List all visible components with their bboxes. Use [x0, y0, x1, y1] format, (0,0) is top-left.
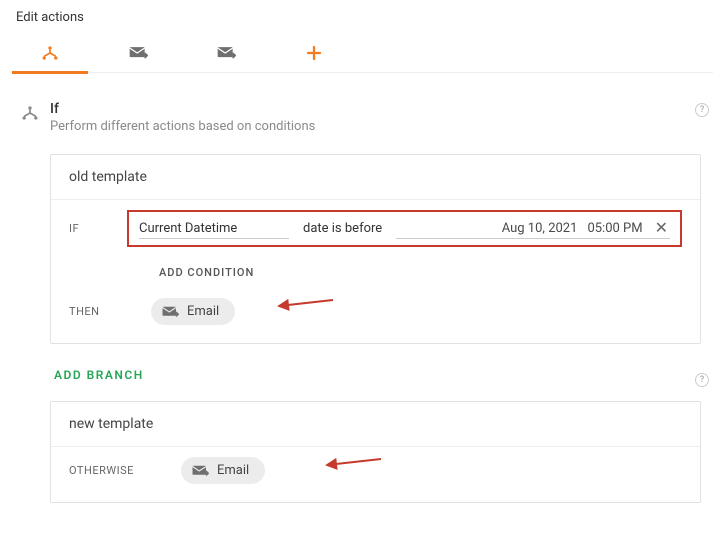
condition-row: IF Current Datetime date is before Aug 1…: [51, 200, 700, 257]
branch-icon: [10, 101, 50, 513]
then-row: THEN Email: [51, 288, 700, 343]
tab-branch[interactable]: [34, 33, 66, 73]
if-label: IF: [69, 222, 109, 235]
tab-email-1[interactable]: [122, 33, 154, 73]
email-out-icon: [161, 305, 179, 319]
section-subtitle: Perform different actions based on condi…: [50, 119, 701, 134]
branch-card-1: old template IF Current Datetime date is…: [50, 154, 701, 344]
annotation-arrow: [319, 453, 389, 477]
tabstrip: [10, 33, 713, 73]
email-out-icon: [216, 45, 236, 61]
action-chip-email[interactable]: Email: [151, 298, 235, 325]
tab-email-2[interactable]: [210, 33, 242, 73]
branch-name[interactable]: old template: [51, 155, 700, 200]
branch-name[interactable]: new template: [51, 402, 700, 447]
help-icon[interactable]: ?: [695, 103, 709, 117]
email-out-icon: [191, 464, 209, 478]
close-icon[interactable]: ✕: [653, 220, 670, 236]
section-title: If: [50, 101, 701, 117]
branch-card-2: new template OTHERWISE Email: [50, 401, 701, 503]
page-title: Edit actions: [10, 8, 713, 33]
then-label: THEN: [69, 305, 109, 318]
otherwise-row: OTHERWISE Email: [51, 447, 700, 502]
tab-add[interactable]: [298, 33, 330, 73]
action-label: Email: [217, 463, 249, 478]
if-section: If Perform different actions based on co…: [10, 73, 713, 513]
condition-date: Aug 10, 2021: [502, 221, 578, 236]
otherwise-label: OTHERWISE: [69, 464, 139, 477]
add-branch-button[interactable]: ADD BRANCH: [54, 368, 144, 382]
condition-value[interactable]: Aug 10, 2021 05:00 PM ✕: [396, 218, 670, 239]
add-condition-button[interactable]: ADD CONDITION: [159, 266, 254, 279]
plus-icon: [305, 44, 323, 62]
branch-icon: [40, 43, 60, 63]
condition-box: Current Datetime date is before Aug 10, …: [127, 210, 682, 247]
action-label: Email: [187, 304, 219, 319]
condition-time: 05:00 PM: [587, 221, 642, 236]
annotation-arrow: [271, 294, 341, 318]
condition-field[interactable]: Current Datetime: [139, 219, 289, 239]
action-chip-email[interactable]: Email: [181, 457, 265, 484]
condition-operator[interactable]: date is before: [299, 219, 386, 238]
help-icon[interactable]: ?: [695, 373, 709, 387]
email-out-icon: [128, 45, 148, 61]
